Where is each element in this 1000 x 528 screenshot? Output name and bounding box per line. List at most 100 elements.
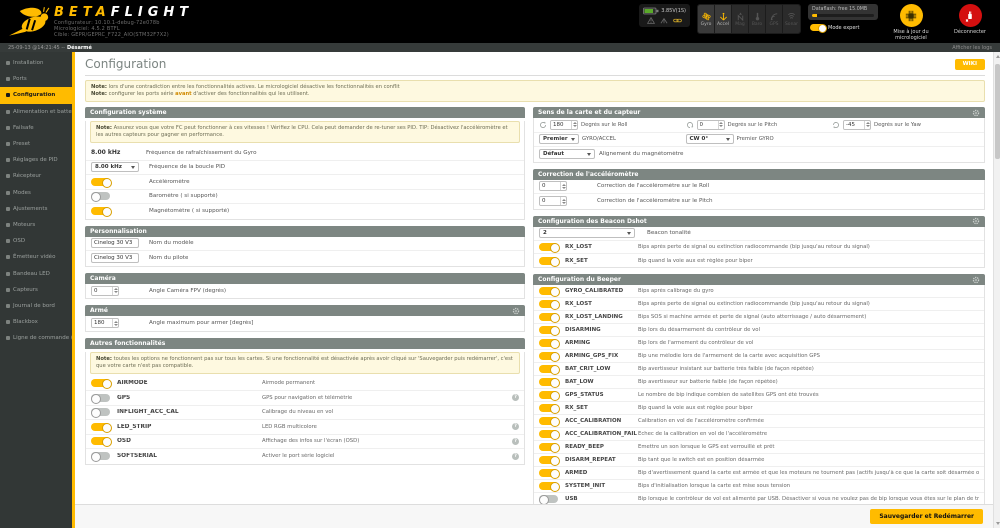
softserial-toggle[interactable] [91, 452, 110, 460]
save-and-reboot-button[interactable]: Sauvegarder et Redémarrer [870, 509, 983, 524]
beeper-gyro-calibrated-toggle[interactable] [539, 287, 558, 295]
sidebar-item-emetteur-video[interactable]: Émetteur vidéo [0, 249, 72, 265]
yaw-degrees-input[interactable] [844, 121, 864, 129]
gyro-accel-select[interactable]: Premier [539, 134, 579, 144]
beeper-arming-gps-fix-toggle[interactable] [539, 352, 558, 360]
section-header: Correction de l'accéléromètre [533, 169, 985, 180]
sidebar-item-modes[interactable]: Modes [0, 185, 72, 201]
magnetometer-row: Magnétomètre ( si supporté) [86, 204, 524, 219]
led-strip-toggle[interactable] [91, 423, 110, 431]
sidebar-item-reglages-de-pid[interactable]: Réglages de PID [0, 152, 72, 168]
sidebar-item-capteurs[interactable]: Capteurs [0, 282, 72, 298]
beacon-rx-lost-toggle[interactable] [539, 243, 558, 251]
beeper-gps-status-toggle[interactable] [539, 391, 558, 399]
firmware-flasher-button[interactable]: Mise à jour du micrologiciel [885, 4, 937, 41]
stepper-arrows[interactable] [112, 319, 118, 327]
beacon-rx-set-toggle[interactable] [539, 257, 558, 265]
roll-degrees-input[interactable] [551, 121, 571, 129]
beeper-system-init-toggle[interactable] [539, 482, 558, 490]
wiki-button[interactable]: WIKI [955, 59, 985, 70]
beeper-row: READY_BEEPEmettre un son lorsque le GPS … [534, 441, 984, 454]
feature-row-gps: GPS GPS pour navigation et télémétrie ? [86, 391, 524, 406]
beeper-rx-set-toggle[interactable] [539, 404, 558, 412]
sensor-gyro: Gyro [698, 5, 715, 33]
scroll-down-arrow[interactable] [996, 522, 1000, 525]
pilot-name-input[interactable] [91, 253, 139, 263]
betaflight-logo: BETAFLIGHT Configurateur: 10.10.1-debug-… [6, 2, 193, 40]
help-icon[interactable]: ? [512, 394, 519, 401]
camera-angle-input[interactable] [92, 287, 112, 295]
beeper-row: ACC_CALIBRATION_FAILEchec de la calibrat… [534, 428, 984, 441]
stepper-arrows[interactable] [560, 182, 566, 190]
sidebar-item-ajustements[interactable]: Ajustements [0, 201, 72, 217]
stepper-arrows[interactable] [718, 121, 724, 129]
dataflash-status: Dataflash: free 15.0MB [808, 4, 878, 20]
beeper-disarm-repeat-toggle[interactable] [539, 456, 558, 464]
pid-loop-frequency-select[interactable]: 8.00 kHz [91, 162, 139, 172]
mag-alignment-select[interactable]: Défaut [539, 149, 595, 159]
acc-trim-pitch-input[interactable] [540, 197, 560, 205]
menu-icon [6, 288, 10, 292]
beeper-bat-crit-low-toggle[interactable] [539, 365, 558, 373]
model-name-input[interactable] [91, 238, 139, 248]
scrollbar-thumb[interactable] [995, 64, 1000, 159]
acc-trim-roll-input[interactable] [540, 182, 560, 190]
barometer-toggle[interactable] [91, 192, 110, 200]
pid-loop-frequency-row: 8.00 kHz Fréquence de la boucle PID [86, 161, 524, 176]
magnetometer-toggle[interactable] [91, 207, 110, 215]
beeper-acc-calibration-toggle[interactable] [539, 417, 558, 425]
sidebar-item-alimentation-et-batterie[interactable]: Alimentation et batterie [0, 104, 72, 120]
disconnect-button[interactable]: Déconnecter [944, 4, 996, 35]
beeper-usb-toggle[interactable] [539, 495, 558, 503]
beeper-bat-low-toggle[interactable] [539, 378, 558, 386]
menu-icon [6, 191, 10, 195]
help-icon[interactable]: ? [512, 453, 519, 460]
sidebar-item-bandeau-led[interactable]: Bandeau LED [0, 265, 72, 281]
beeper-ready-beep-toggle[interactable] [539, 443, 558, 451]
stepper-arrows[interactable] [864, 121, 870, 129]
accelerometer-toggle[interactable] [91, 178, 110, 186]
signal-icon [660, 17, 668, 24]
pitch-degrees-input[interactable] [698, 121, 718, 129]
warning-icon [647, 17, 655, 24]
sidebar-item-installation[interactable]: Installation [0, 55, 72, 71]
sidebar-item-journal-de-bord[interactable]: Journal de bord [0, 298, 72, 314]
sonar-icon [787, 12, 796, 21]
beeper-arming-toggle[interactable] [539, 339, 558, 347]
expert-mode-toggle[interactable] [810, 24, 825, 31]
first-gyro-select[interactable]: CW 0° [686, 134, 734, 144]
sidebar-item-osd[interactable]: OSD [0, 233, 72, 249]
help-icon[interactable]: ? [512, 423, 519, 430]
airmode-toggle[interactable] [91, 379, 110, 387]
acc-trim-roll-row: Correction de l'accéléromètre sur le Rol… [534, 180, 984, 195]
max-arm-angle-input[interactable] [92, 319, 112, 327]
stepper-arrows[interactable] [560, 197, 566, 205]
beeper-disarming-toggle[interactable] [539, 326, 558, 334]
scroll-up-arrow[interactable] [996, 55, 1000, 58]
beacon-tone-select[interactable]: 2 [539, 228, 635, 238]
help-icon[interactable]: ? [512, 438, 519, 445]
roll-icon [539, 121, 547, 129]
gps-toggle[interactable] [91, 394, 110, 402]
stepper-arrows[interactable] [112, 287, 118, 295]
section-header: Configuration du Beeper [533, 274, 985, 285]
beacon-row-rx-set: RX_SET Bip quand la voie aux est réglée … [534, 254, 984, 267]
sidebar-item-ports[interactable]: Ports [0, 71, 72, 87]
beeper-armed-toggle[interactable] [539, 469, 558, 477]
beeper-rx-lost-landing-toggle[interactable] [539, 313, 558, 321]
sidebar-item-cli[interactable]: Ligne de commande (CLI) [0, 330, 72, 346]
sidebar-item-moteurs[interactable]: Moteurs [0, 217, 72, 233]
sidebar-item-recepteur[interactable]: Récepteur [0, 168, 72, 184]
sidebar-item-configuration[interactable]: Configuration [0, 87, 72, 103]
vertical-scrollbar[interactable] [993, 52, 1000, 528]
show-log-link[interactable]: Afficher les logs [952, 45, 992, 51]
inflight-acc-cal-toggle[interactable] [91, 408, 110, 416]
stepper-arrows[interactable] [571, 121, 577, 129]
osd-toggle[interactable] [91, 437, 110, 445]
beeper-rx-lost-toggle[interactable] [539, 300, 558, 308]
beeper-acc-calibration-fail-toggle[interactable] [539, 430, 558, 438]
sidebar-item-blackbox[interactable]: Blackbox [0, 314, 72, 330]
sidebar-item-failsafe[interactable]: Failsafe [0, 120, 72, 136]
sidebar-item-preset[interactable]: Preset [0, 136, 72, 152]
disconnect-label: Déconnecter [954, 29, 986, 35]
